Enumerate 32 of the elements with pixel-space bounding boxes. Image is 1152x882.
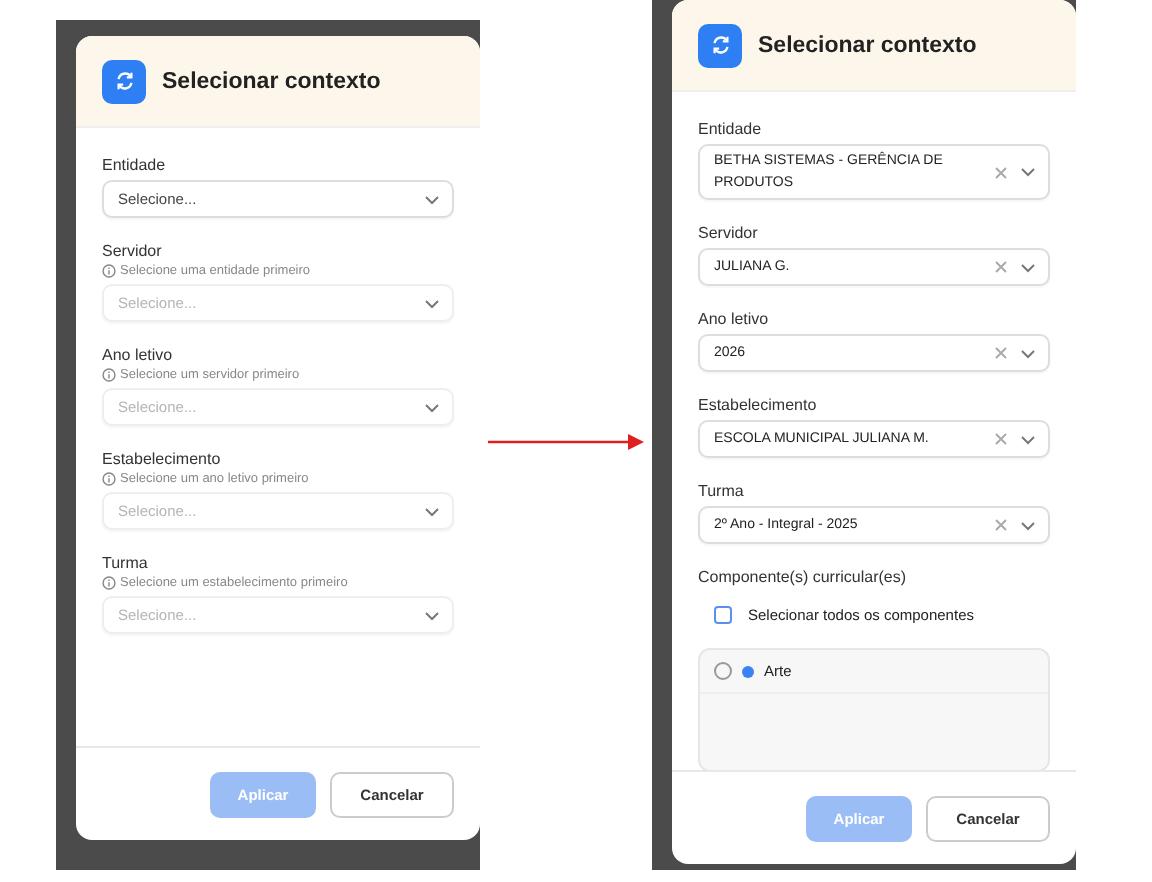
section-label: Componente(s) curricular(es) (698, 568, 909, 586)
checkbox[interactable] (714, 662, 732, 680)
field-label: Turma (698, 482, 746, 500)
dialog-title: Selecionar contexto (758, 33, 977, 57)
refresh-icon (102, 59, 146, 103)
field-label: Ano letivo (102, 346, 175, 364)
clear-icon[interactable] (994, 432, 1008, 446)
field-label: Servidor (102, 242, 164, 260)
info-icon (102, 368, 116, 382)
info-icon (102, 264, 116, 278)
dialog-title: Selecionar contexto (162, 69, 381, 93)
clear-icon[interactable] (994, 165, 1008, 179)
field-label: Turma (102, 554, 150, 572)
chevron-down-icon[interactable] (1020, 261, 1036, 273)
checkbox[interactable] (714, 606, 732, 624)
clear-icon[interactable] (994, 346, 1008, 360)
field-label: Entidade (102, 156, 168, 174)
chevron-down-icon[interactable] (1020, 166, 1036, 178)
field-label: Estabelecimento (698, 396, 819, 414)
clear-icon[interactable] (994, 518, 1008, 532)
clear-icon[interactable] (994, 260, 1008, 274)
field-label: Ano letivo (698, 310, 771, 328)
chevron-down-icon[interactable] (1020, 519, 1036, 531)
chevron-down-icon[interactable] (1020, 433, 1036, 445)
refresh-icon (698, 23, 742, 67)
field-label: Entidade (698, 120, 764, 138)
chevron-down-icon[interactable] (1020, 347, 1036, 359)
info-icon (102, 472, 116, 486)
info-icon (102, 576, 116, 590)
chevron-down-icon[interactable] (424, 193, 440, 205)
field-label: Servidor (698, 224, 760, 242)
field-label: Estabelecimento (102, 450, 223, 468)
